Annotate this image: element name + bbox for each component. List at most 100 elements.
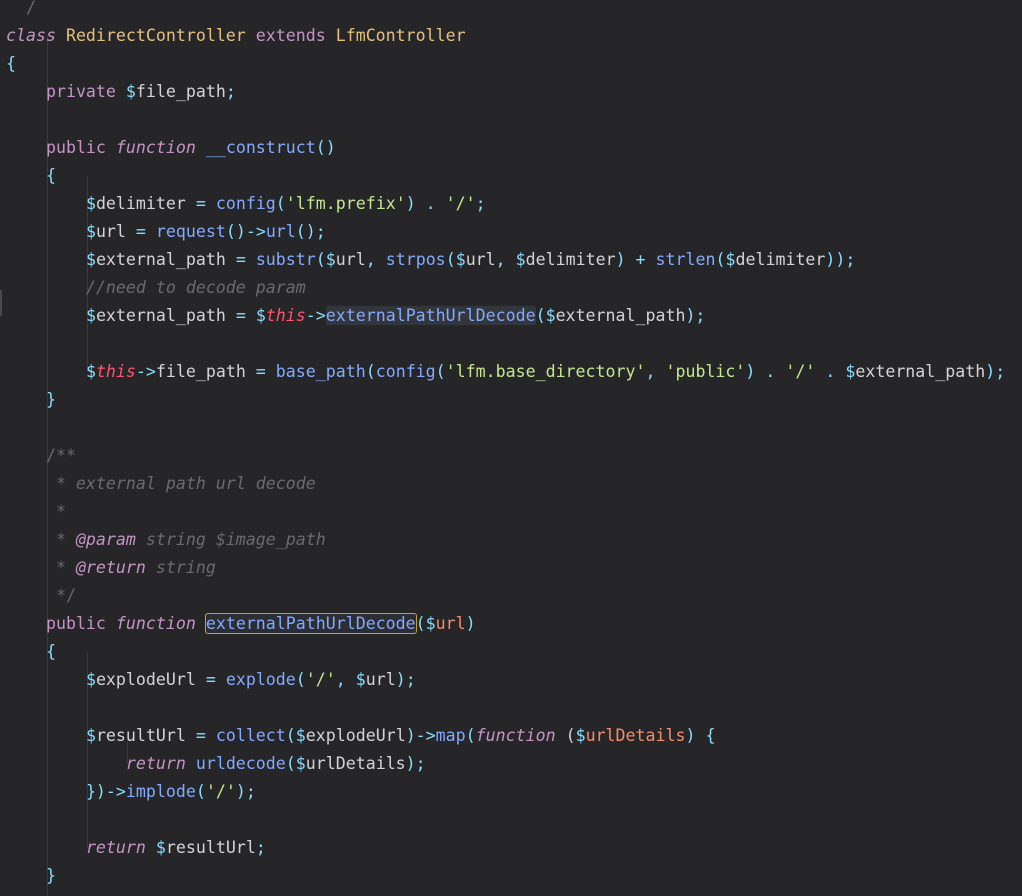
code-line[interactable]: class RedirectController extends LfmCont… bbox=[0, 22, 1022, 50]
code-token: ()-> bbox=[225, 222, 266, 241]
code-line[interactable]: return $resultUrl; bbox=[0, 834, 1022, 862]
code-token: string $image_path bbox=[135, 530, 326, 549]
code-token: public bbox=[45, 138, 106, 157]
code-token: urlDetails bbox=[305, 754, 406, 773]
code-line[interactable]: { bbox=[0, 638, 1022, 666]
code-line[interactable] bbox=[0, 106, 1022, 134]
code-line[interactable]: $external_path = substr($url, strpos($ur… bbox=[0, 246, 1022, 274]
code-token: , bbox=[335, 670, 356, 689]
code-line[interactable]: })->implode('/'); bbox=[0, 778, 1022, 806]
code-token: collect bbox=[215, 726, 286, 745]
code-token: */ bbox=[55, 586, 76, 605]
code-token: map bbox=[435, 726, 466, 745]
code-line[interactable]: //need to decode param bbox=[0, 274, 1022, 302]
code-token: /** bbox=[45, 446, 76, 465]
code-token: @return bbox=[75, 558, 146, 577]
code-token: ; bbox=[225, 82, 236, 101]
code-line[interactable]: / bbox=[0, 0, 1022, 22]
code-line[interactable] bbox=[0, 414, 1022, 442]
code-token: ( bbox=[715, 250, 726, 269]
code-token: ) bbox=[465, 614, 476, 633]
code-line[interactable] bbox=[0, 806, 1022, 834]
code-line[interactable] bbox=[0, 330, 1022, 358]
code-token: * bbox=[55, 558, 76, 577]
code-line[interactable]: $this->file_path = base_path(config('lfm… bbox=[0, 358, 1022, 386]
code-token: function bbox=[475, 726, 556, 745]
code-token: })-> bbox=[85, 782, 126, 801]
code-token: ( bbox=[285, 754, 296, 773]
code-line[interactable]: { bbox=[0, 162, 1022, 190]
code-line[interactable]: * external path url decode bbox=[0, 470, 1022, 498]
code-line[interactable]: $resultUrl = collect($explodeUrl)->map(f… bbox=[0, 722, 1022, 750]
code-line[interactable]: * @param string $image_path bbox=[0, 526, 1022, 554]
code-token: -> bbox=[305, 306, 326, 325]
code-token: = bbox=[205, 670, 216, 689]
code-token: $ bbox=[515, 250, 526, 269]
code-editor[interactable]: / class RedirectController extends LfmCon… bbox=[0, 0, 1022, 896]
code-line[interactable]: $url = request()->url(); bbox=[0, 218, 1022, 246]
code-token: external_path bbox=[855, 362, 986, 381]
code-line[interactable]: */ bbox=[0, 582, 1022, 610]
code-token: $ bbox=[845, 362, 856, 381]
code-token: explodeUrl bbox=[95, 670, 206, 689]
code-token: implode bbox=[125, 782, 196, 801]
code-token: ( bbox=[285, 726, 296, 745]
code-token: ( bbox=[195, 782, 206, 801]
code-token: )-> bbox=[405, 726, 436, 745]
code-line[interactable]: } bbox=[0, 862, 1022, 890]
code-token: external_path bbox=[95, 306, 236, 325]
code-token: this bbox=[95, 362, 136, 381]
code-token: private bbox=[45, 82, 116, 101]
code-token: ( bbox=[535, 306, 546, 325]
code-line[interactable]: $external_path = $this->externalPathUrlD… bbox=[0, 302, 1022, 330]
code-line[interactable]: * bbox=[0, 498, 1022, 526]
code-token: () bbox=[315, 138, 336, 157]
code-line[interactable] bbox=[0, 694, 1022, 722]
code-token: ) bbox=[745, 362, 756, 381]
code-token: , bbox=[365, 250, 386, 269]
code-token: )); bbox=[825, 250, 856, 269]
code-token: ( bbox=[275, 194, 286, 213]
code-token: //need to decode param bbox=[85, 278, 306, 297]
code-token: $ bbox=[125, 82, 136, 101]
code-line[interactable]: $delimiter = config('lfm.prefix') . '/'; bbox=[0, 190, 1022, 218]
code-line[interactable]: public function __construct() bbox=[0, 134, 1022, 162]
code-line[interactable]: /** bbox=[0, 442, 1022, 470]
code-token: strpos bbox=[385, 250, 446, 269]
code-token: 'public' bbox=[665, 362, 746, 381]
code-token: explode bbox=[225, 670, 296, 689]
code-token: , bbox=[645, 362, 666, 381]
code-line[interactable]: private $file_path; bbox=[0, 78, 1022, 106]
code-token: '/' bbox=[445, 194, 476, 213]
code-line[interactable]: $explodeUrl = explode('/', $url); bbox=[0, 666, 1022, 694]
code-token: $ bbox=[85, 306, 96, 325]
code-token: ( bbox=[365, 362, 376, 381]
code-token: ( bbox=[295, 670, 306, 689]
code-line[interactable]: public function externalPathUrlDecode($u… bbox=[0, 610, 1022, 638]
code-token: ); bbox=[405, 754, 426, 773]
code-token: $ bbox=[85, 670, 96, 689]
code-token: function bbox=[115, 138, 196, 157]
code-token: config bbox=[375, 362, 436, 381]
code-token: url bbox=[365, 670, 396, 689]
code-token: external_path bbox=[555, 306, 686, 325]
code-token: ) { bbox=[685, 726, 716, 745]
code-line[interactable]: * @return string bbox=[0, 554, 1022, 582]
code-line[interactable]: { bbox=[0, 50, 1022, 78]
code-token: $ bbox=[455, 250, 466, 269]
code-line[interactable]: } bbox=[0, 386, 1022, 414]
code-token: __construct bbox=[205, 138, 316, 157]
code-token: $ bbox=[255, 306, 266, 325]
code-line[interactable]: return urldecode($urlDetails); bbox=[0, 750, 1022, 778]
